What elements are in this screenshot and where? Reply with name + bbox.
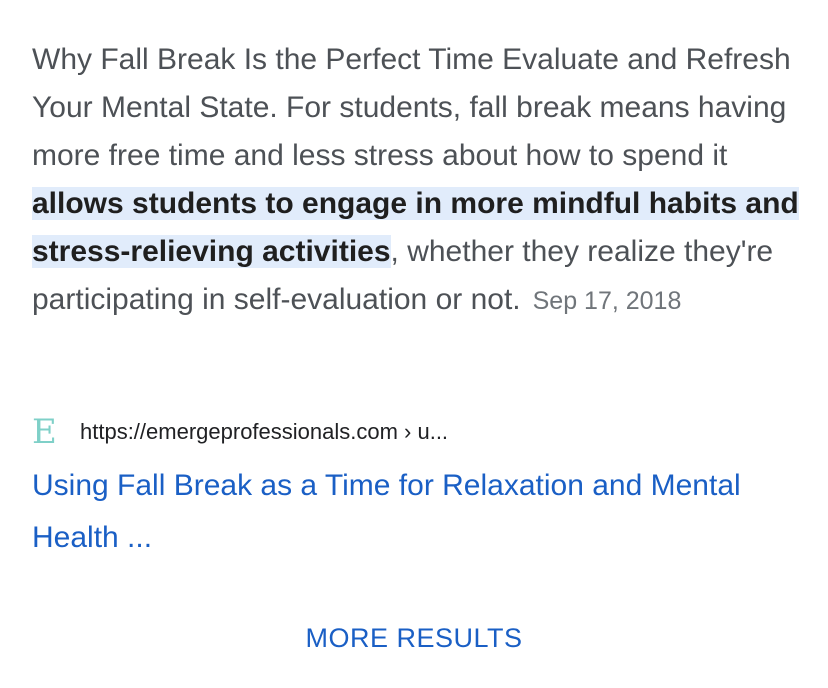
site-favicon-icon: E — [32, 412, 57, 452]
snippet-date: Sep 17, 2018 — [532, 287, 682, 315]
more-results-button[interactable]: MORE RESULTS — [0, 618, 828, 658]
result-source[interactable]: E https://emergeprofessionals.com › u... — [32, 414, 448, 450]
snippet-text-before: Why Fall Break Is the Perfect Time Evalu… — [32, 43, 791, 172]
result-title-link[interactable]: Using Fall Break as a Time for Relaxatio… — [32, 460, 802, 564]
result-url[interactable]: https://emergeprofessionals.com › u... — [80, 419, 448, 445]
featured-snippet-text: Why Fall Break Is the Perfect Time Evalu… — [32, 36, 802, 325]
